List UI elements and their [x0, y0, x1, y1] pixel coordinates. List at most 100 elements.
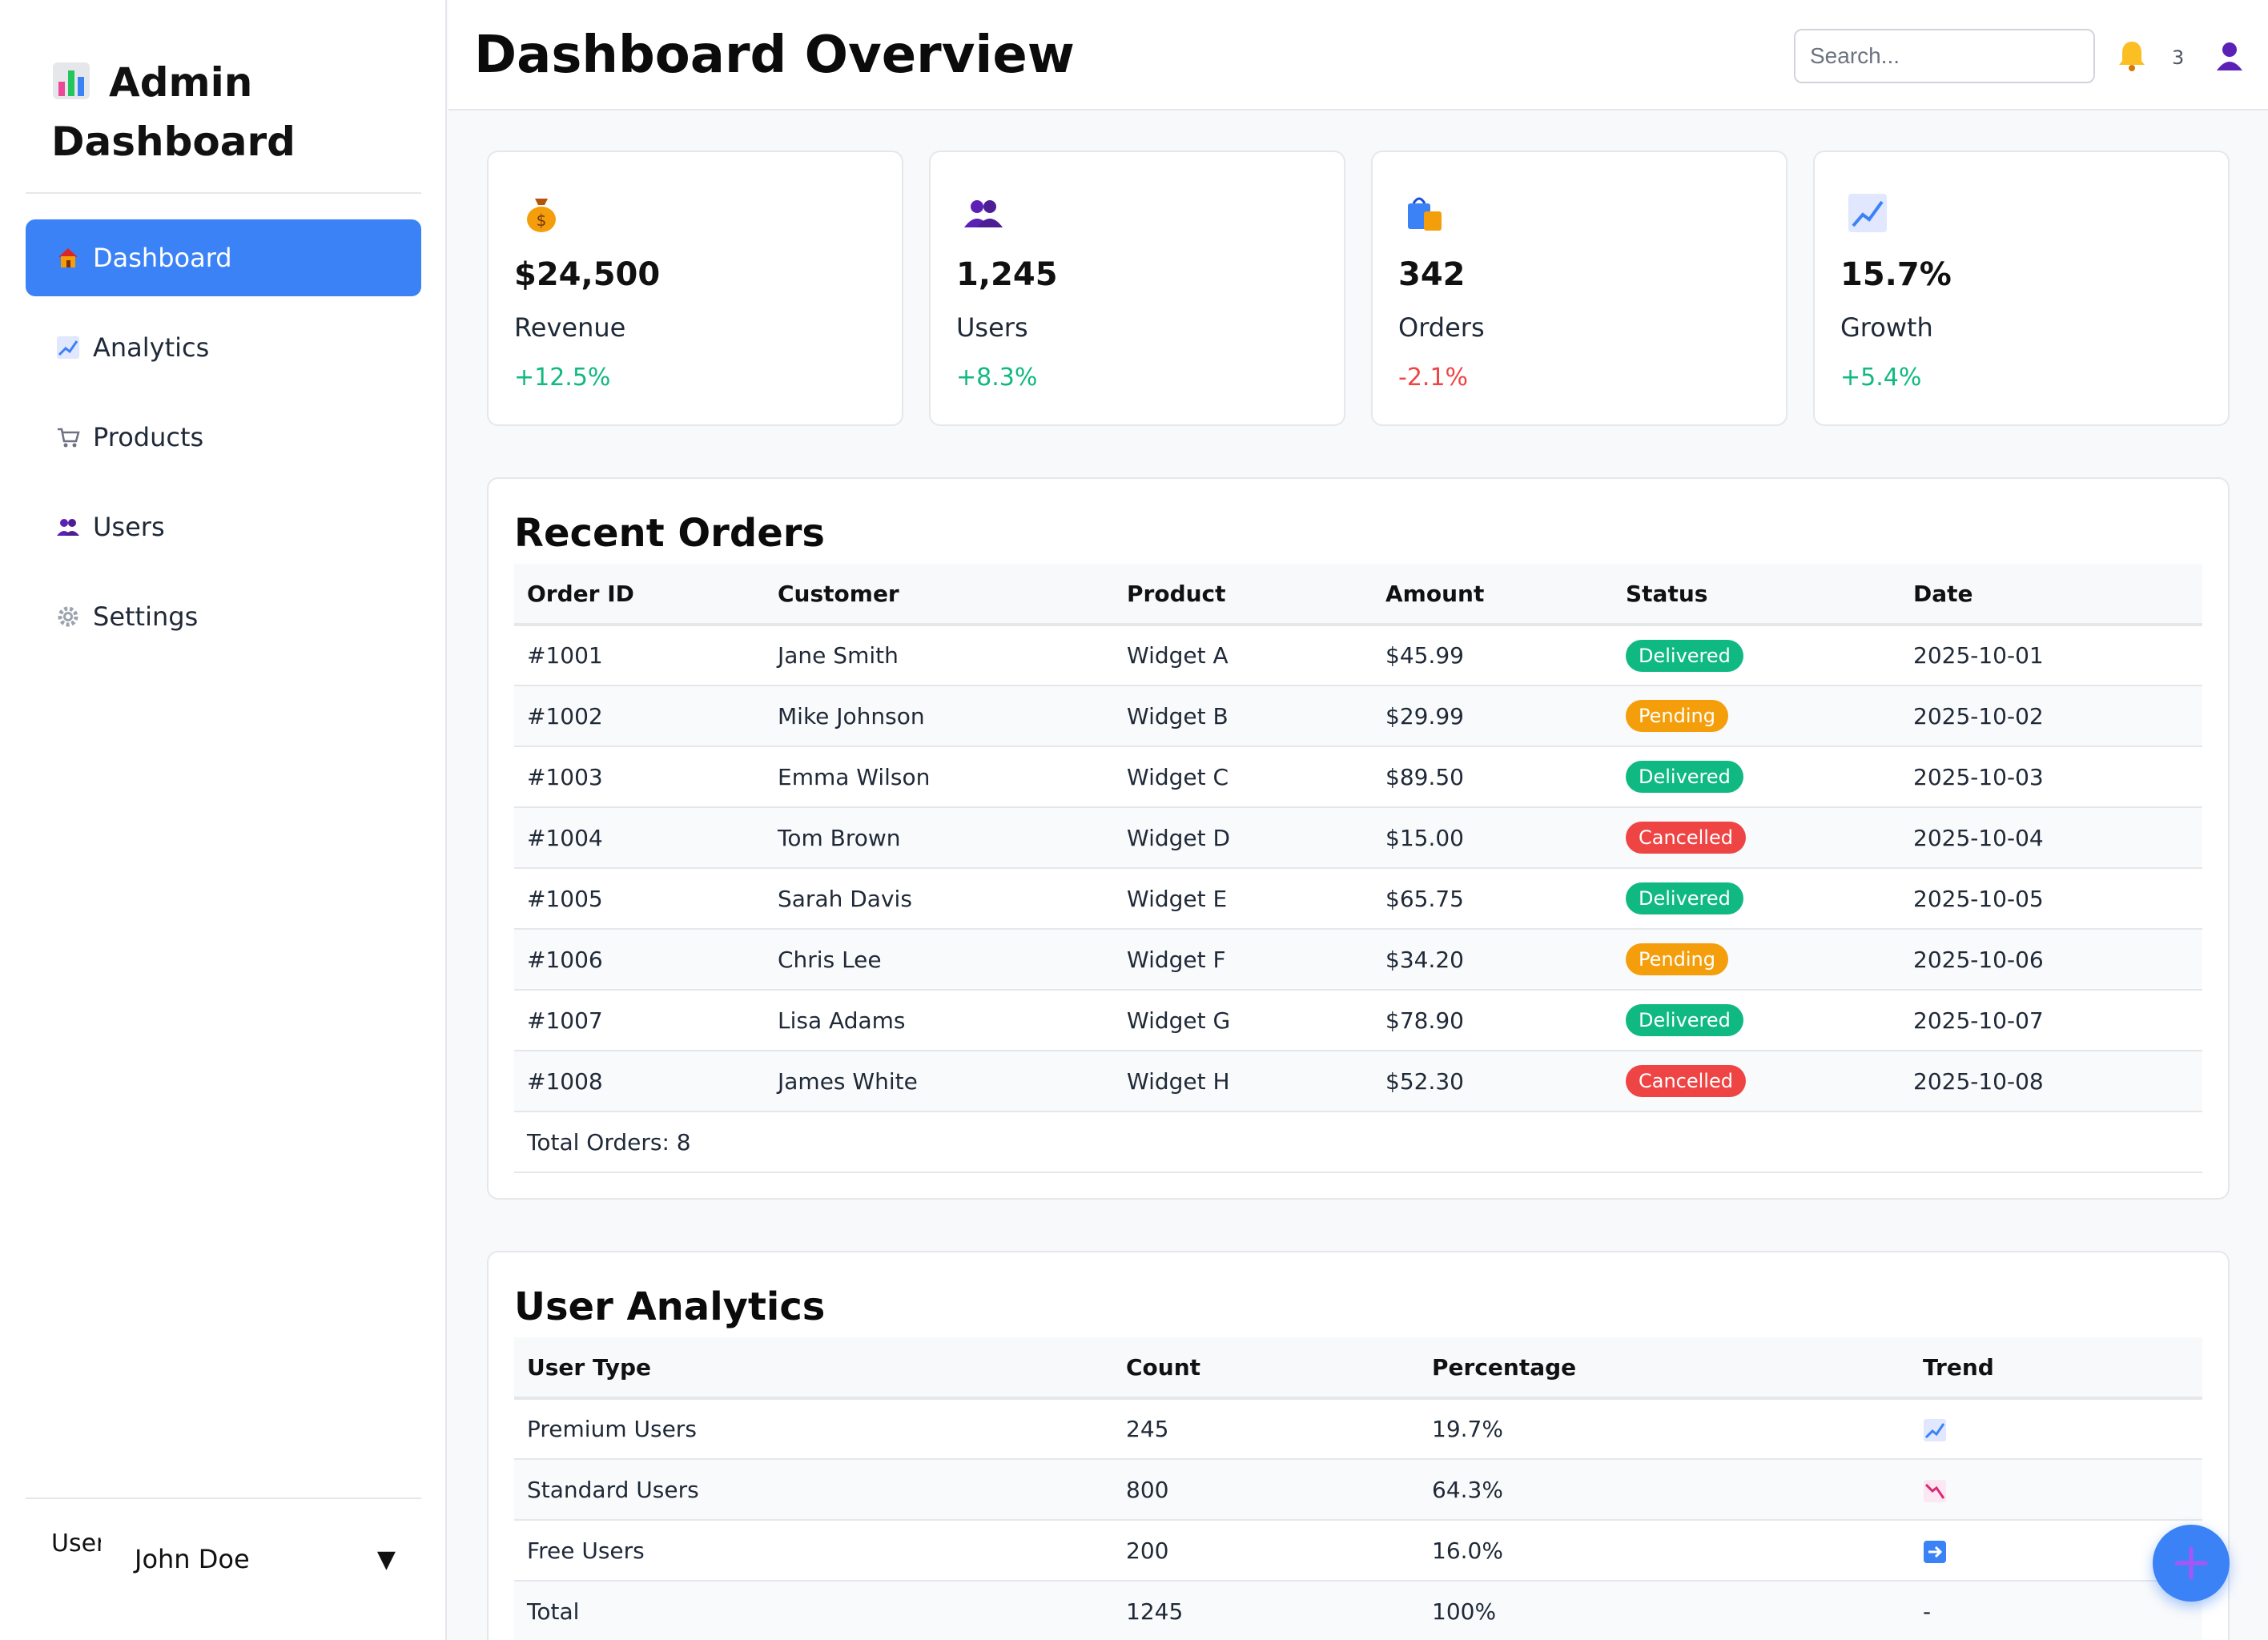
column-header[interactable]: Status: [1613, 564, 1900, 626]
sidebar-item-products[interactable]: Products: [26, 399, 421, 476]
column-header[interactable]: Order ID: [514, 564, 765, 626]
top-header: Dashboard Overview 3: [448, 0, 2268, 111]
stat-value: 1,245: [956, 256, 1058, 293]
sidebar: Admin Dashboard Dashboard Analytics Prod…: [0, 0, 447, 1640]
recent-orders-panel: Recent Orders Order ID Customer Product …: [487, 477, 2230, 1200]
order-id: #1001: [514, 625, 765, 686]
order-id: #1004: [514, 807, 765, 869]
stat-card-users: 1,245 Users +8.3%: [929, 151, 1345, 426]
table-row[interactable]: #1001 Jane Smith Widget A $45.99 Deliver…: [514, 625, 2202, 686]
order-customer: Chris Lee: [765, 929, 1114, 991]
status-badge: Cancelled: [1626, 822, 1746, 854]
stat-value: $24,500: [514, 256, 661, 293]
stat-label: Users: [956, 312, 1028, 343]
chart-up-icon: [1924, 1419, 1946, 1441]
column-header[interactable]: Product: [1114, 564, 1373, 626]
order-customer: Sarah Davis: [765, 868, 1114, 930]
analytics-table: User Type Count Percentage Trend Premium…: [514, 1337, 2202, 1640]
gear-icon: [54, 603, 82, 630]
stat-value: 15.7%: [1840, 256, 1952, 293]
table-row[interactable]: Total 1245 100% -: [514, 1581, 2202, 1640]
shopping-bags-icon: [1408, 197, 1442, 231]
order-date: 2025-10-02: [1900, 685, 2202, 747]
avatar: User: [51, 1531, 101, 1558]
order-amount: $78.90: [1373, 990, 1613, 1051]
sidebar-item-analytics[interactable]: Analytics: [26, 309, 421, 386]
status-badge: Delivered: [1626, 882, 1743, 914]
order-customer: Mike Johnson: [765, 685, 1114, 747]
status-badge: Pending: [1626, 943, 1728, 975]
user-type: Premium Users: [514, 1398, 1113, 1460]
sidebar-item-settings[interactable]: Settings: [26, 578, 421, 655]
user-percentage: 100%: [1419, 1581, 1910, 1640]
table-footer-row: Total Orders: 8: [514, 1111, 2202, 1173]
sidebar-item-label: Products: [93, 422, 204, 452]
column-header[interactable]: Customer: [765, 564, 1114, 626]
chevron-down-icon[interactable]: ▼: [377, 1546, 396, 1574]
column-header[interactable]: User Type: [514, 1337, 1113, 1400]
sidebar-item-label: Users: [93, 512, 165, 542]
column-header[interactable]: Trend: [1910, 1337, 2202, 1400]
table-row[interactable]: Standard Users 800 64.3%: [514, 1459, 2202, 1521]
order-customer: Jane Smith: [765, 625, 1114, 686]
bell-icon[interactable]: [2114, 38, 2149, 74]
table-row[interactable]: #1005 Sarah Davis Widget E $65.75 Delive…: [514, 868, 2202, 930]
table-header-row: Order ID Customer Product Amount Status …: [514, 564, 2202, 626]
table-row[interactable]: #1008 James White Widget H $52.30 Cancel…: [514, 1051, 2202, 1112]
add-button[interactable]: [2153, 1525, 2230, 1602]
page-title: Dashboard Overview: [474, 26, 1075, 85]
column-header[interactable]: Count: [1113, 1337, 1419, 1400]
sidebar-item-label: Dashboard: [93, 243, 232, 273]
notification-count: 3: [2172, 46, 2185, 69]
search-input[interactable]: [1794, 29, 2095, 83]
order-id: #1005: [514, 868, 765, 930]
profile-icon[interactable]: [2214, 40, 2246, 72]
sidebar-item-label: Analytics: [93, 332, 210, 363]
order-product: Widget D: [1114, 807, 1373, 869]
column-header[interactable]: Amount: [1373, 564, 1613, 626]
user-percentage: 16.0%: [1419, 1520, 1910, 1582]
order-amount: $45.99: [1373, 625, 1613, 686]
table-row[interactable]: #1004 Tom Brown Widget D $15.00 Cancelle…: [514, 807, 2202, 869]
table-row[interactable]: #1002 Mike Johnson Widget B $29.99 Pendi…: [514, 685, 2202, 747]
brand: Admin Dashboard: [51, 53, 404, 171]
user-type: Standard Users: [514, 1459, 1113, 1521]
user-menu[interactable]: User John Doe ▼: [26, 1499, 421, 1619]
order-product: Widget A: [1114, 625, 1373, 686]
stat-label: Orders: [1398, 312, 1485, 343]
order-id: #1007: [514, 990, 765, 1051]
column-header[interactable]: Date: [1900, 564, 2202, 626]
users-icon: [54, 513, 82, 541]
stat-change: +8.3%: [956, 364, 1038, 392]
order-customer: Lisa Adams: [765, 990, 1114, 1051]
order-date: 2025-10-01: [1900, 625, 2202, 686]
sidebar-item-users[interactable]: Users: [26, 488, 421, 565]
sidebar-item-dashboard[interactable]: Dashboard: [26, 219, 421, 296]
table-row[interactable]: #1007 Lisa Adams Widget G $78.90 Deliver…: [514, 990, 2202, 1051]
order-product: Widget E: [1114, 868, 1373, 930]
order-date: 2025-10-08: [1900, 1051, 2202, 1112]
user-count: 1245: [1113, 1581, 1419, 1640]
chart-up-icon: [54, 334, 82, 361]
order-id: #1002: [514, 685, 765, 747]
status-badge: Delivered: [1626, 1004, 1743, 1036]
order-product: Widget H: [1114, 1051, 1373, 1112]
brand-line1: Admin: [109, 59, 253, 106]
order-date: 2025-10-03: [1900, 746, 2202, 808]
table-row[interactable]: #1003 Emma Wilson Widget C $89.50 Delive…: [514, 746, 2202, 808]
cart-icon: [54, 424, 82, 451]
total-orders: Total Orders: 8: [514, 1111, 2202, 1173]
orders-table: Order ID Customer Product Amount Status …: [514, 564, 2202, 1173]
order-product: Widget F: [1114, 929, 1373, 991]
order-id: #1006: [514, 929, 765, 991]
user-trend: -: [1910, 1581, 2202, 1640]
order-product: Widget C: [1114, 746, 1373, 808]
column-header[interactable]: Percentage: [1419, 1337, 1910, 1400]
bar-chart-icon: [53, 62, 90, 99]
table-row[interactable]: Premium Users 245 19.7%: [514, 1398, 2202, 1460]
table-row[interactable]: Free Users 200 16.0%: [514, 1520, 2202, 1582]
table-row[interactable]: #1006 Chris Lee Widget F $34.20 Pending …: [514, 929, 2202, 991]
user-type: Total: [514, 1581, 1113, 1640]
stat-change: -2.1%: [1398, 364, 1469, 392]
order-date: 2025-10-04: [1900, 807, 2202, 869]
